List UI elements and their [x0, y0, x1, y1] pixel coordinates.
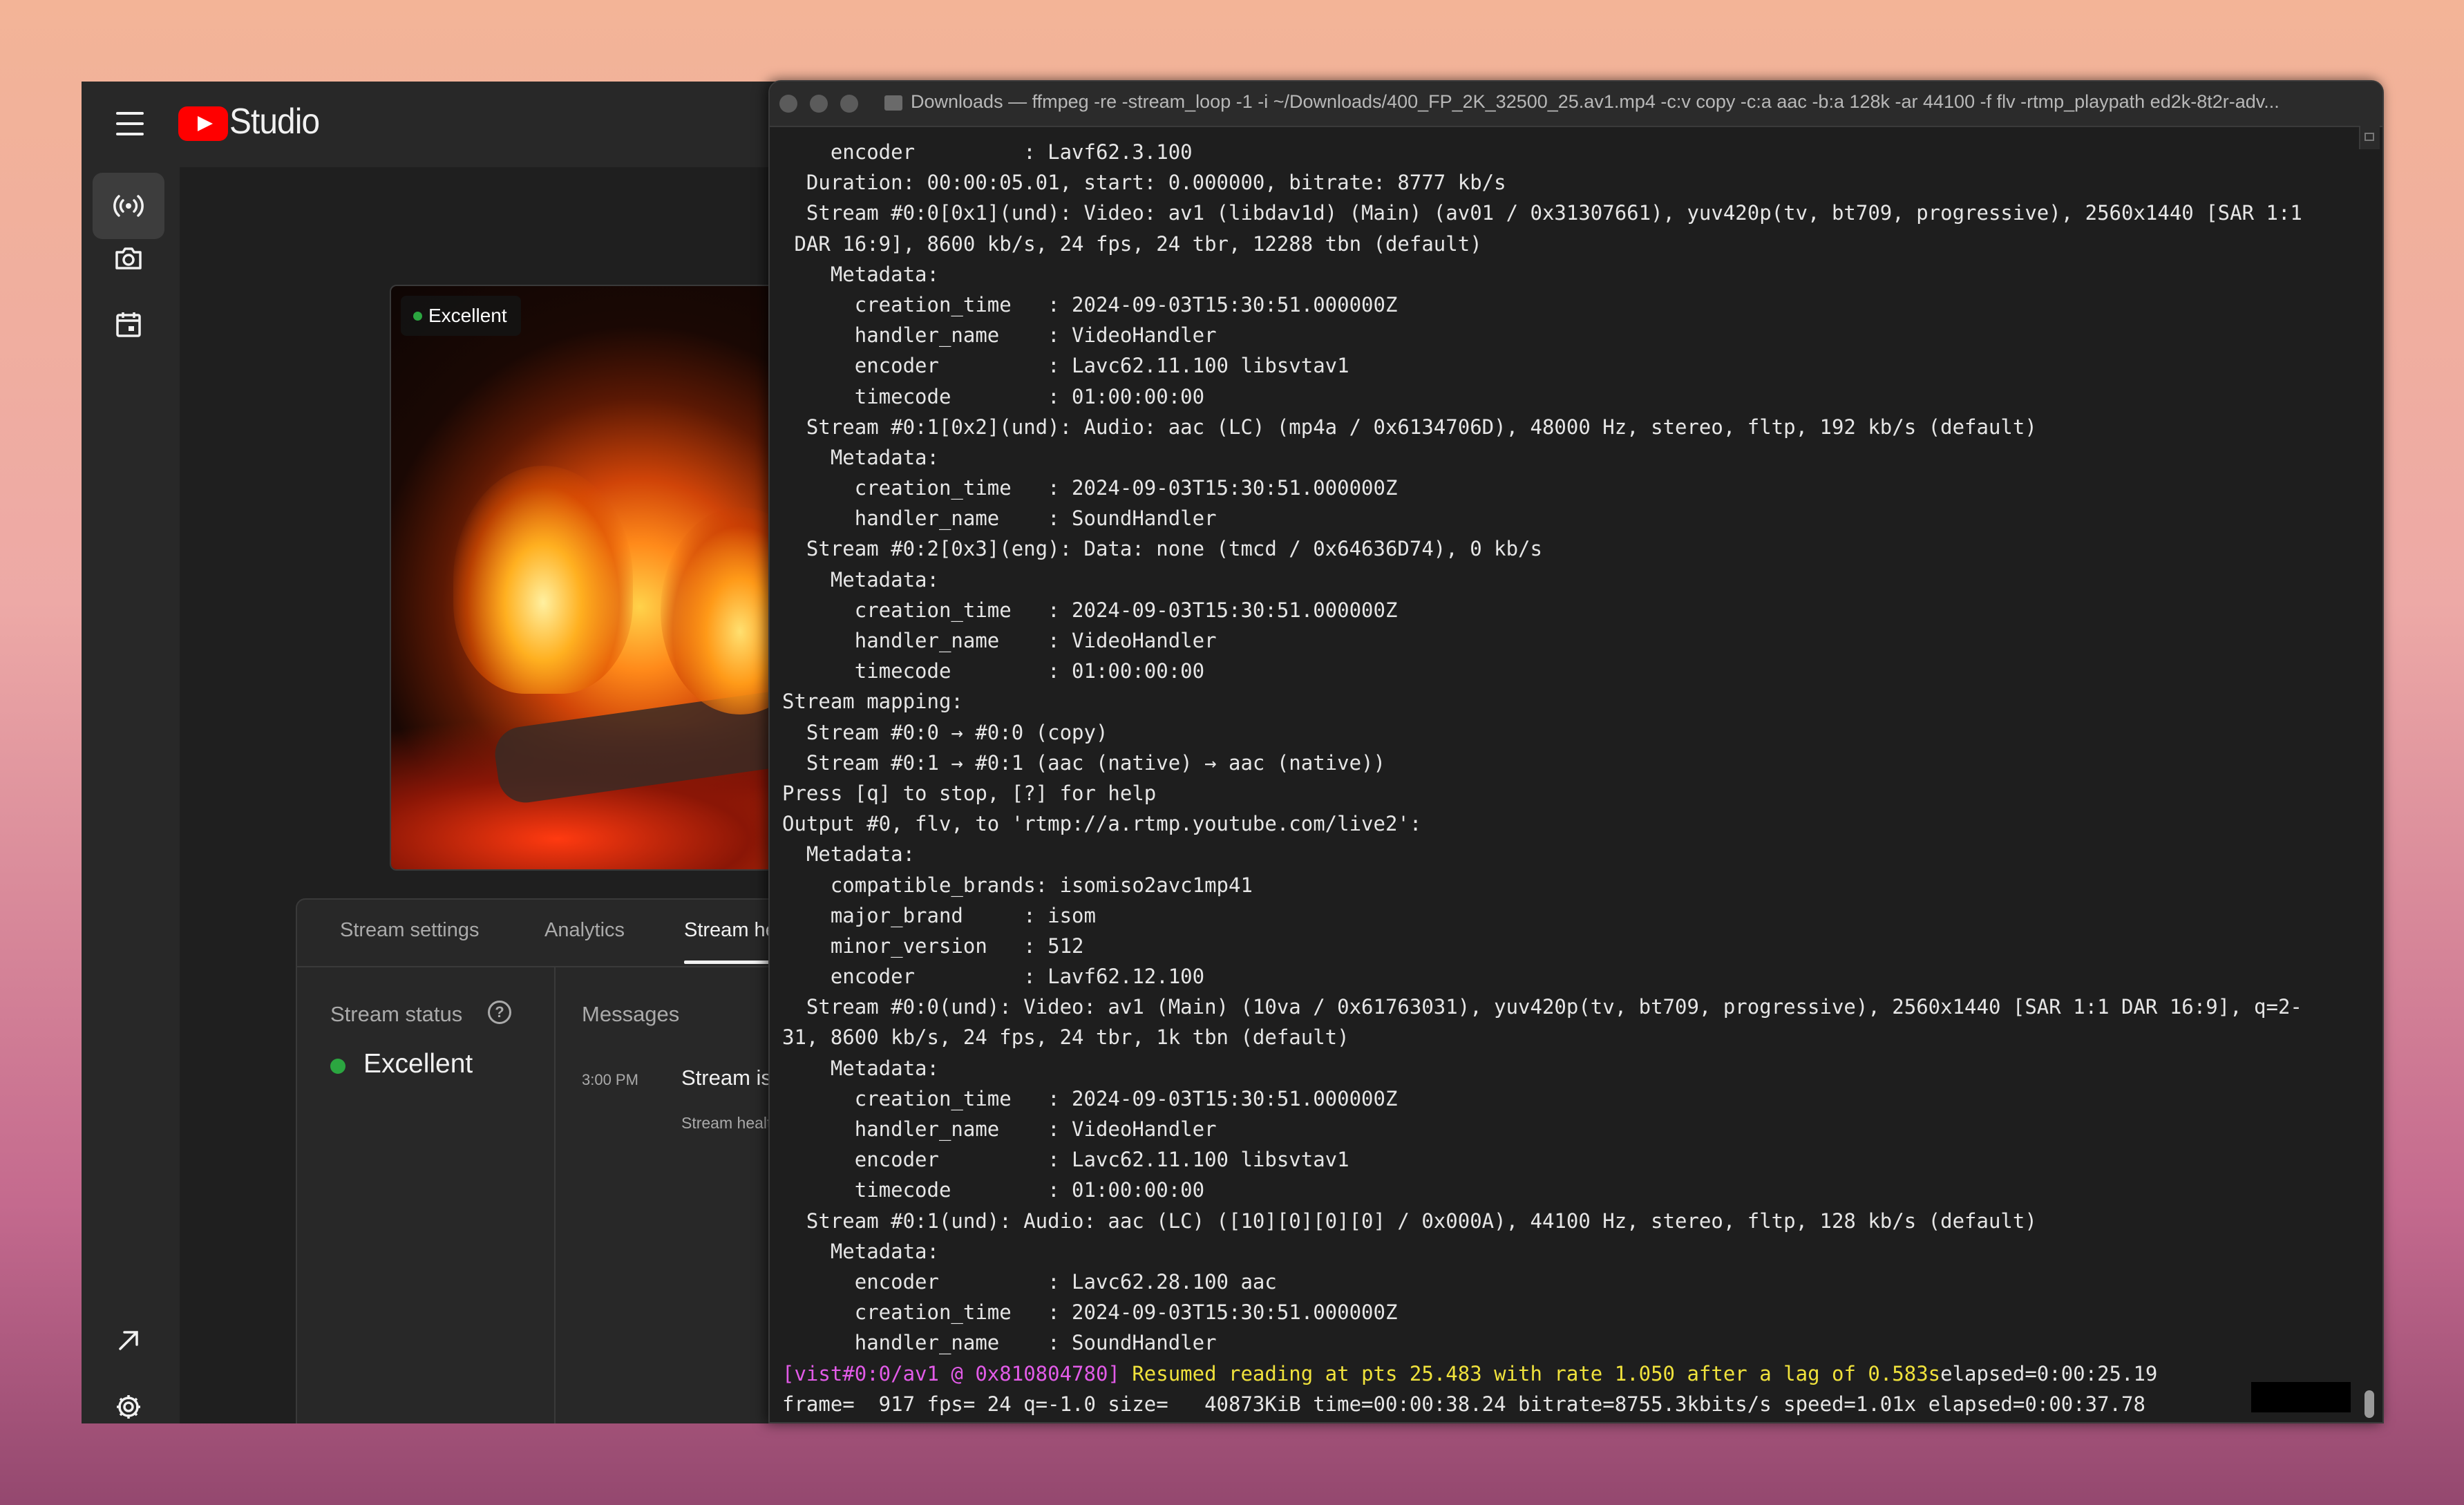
calendar-icon[interactable]: [93, 292, 164, 358]
settings-icon[interactable]: [93, 1374, 164, 1423]
terminal-line: Stream mapping:: [782, 690, 963, 714]
terminal-line: handler_name : SoundHandler: [782, 507, 1217, 531]
message-time: 3:00 PM: [582, 1071, 638, 1088]
terminal-line: timecode : 01:00:00:00: [782, 659, 1205, 683]
terminal-lines: encoder : Lavf62.3.100 Duration: 00:00:0…: [782, 137, 2365, 1415]
messages-label: Messages: [582, 1002, 680, 1026]
status-dot: [413, 312, 422, 321]
terminal-window: Downloads — ffmpeg -re -stream_loop -1 -…: [768, 80, 2384, 1423]
help-icon[interactable]: ?: [488, 1001, 511, 1024]
terminal-line: encoder : Lavf62.12.100: [782, 965, 1205, 989]
terminal-line: Metadata:: [782, 262, 939, 286]
camera-icon[interactable]: [93, 225, 164, 292]
terminal-line: Stream #0:2[0x3](eng): Data: none (tmcd …: [782, 537, 1542, 561]
terminal-title: Downloads — ffmpeg -re -stream_loop -1 -…: [911, 91, 2280, 112]
folder-icon: [884, 95, 902, 111]
terminal-line: minor_version : 512: [782, 934, 1084, 958]
terminal-line: 31, 8600 kb/s, 24 fps, 24 tbr, 1k tbn (d…: [782, 1025, 1349, 1050]
terminal-progress-line: frame= 917 fps= 24 q=-1.0 size= 40873KiB…: [782, 1392, 2145, 1415]
youtube-logo-icon[interactable]: [178, 106, 228, 141]
terminal-line: Stream #0:1 → #0:1 (aac (native) → aac (…: [782, 750, 1385, 775]
terminal-line: Metadata:: [782, 1239, 939, 1263]
terminal-line: creation_time : 2024-09-03T15:30:51.0000…: [782, 292, 1398, 316]
terminal-line: creation_time : 2024-09-03T15:30:51.0000…: [782, 476, 1398, 500]
terminal-line: Stream #0:1(und): Audio: aac (LC) ([10][…: [782, 1209, 2037, 1233]
status-dot: [330, 1059, 345, 1074]
preview-health-badge: Excellent: [401, 296, 521, 336]
terminal-line: Stream #0:1[0x2](und): Audio: aac (LC) (…: [782, 415, 2037, 439]
terminal-line: major_brand : isom: [782, 903, 1096, 927]
terminal-titlebar[interactable]: Downloads — ffmpeg -re -stream_loop -1 -…: [770, 82, 2382, 127]
terminal-line: timecode : 01:00:00:00: [782, 1178, 1205, 1202]
terminal-line: Stream #0:0(und): Video: av1 (Main) (10v…: [782, 995, 2302, 1019]
preview-badge-label: Excellent: [428, 305, 507, 326]
studio-sidebar: [82, 167, 178, 1423]
terminal-line: Stream #0:0 → #0:0 (copy): [782, 720, 1108, 744]
panel-tabs: Stream settings Analytics Stream health: [297, 900, 835, 967]
stream-status-label: Stream status: [330, 1002, 463, 1026]
terminal-line: timecode : 01:00:00:00: [782, 384, 1205, 408]
terminal-line: creation_time : 2024-09-03T15:30:51.0000…: [782, 1300, 1398, 1325]
lag-elapsed: elapsed=0:00:25.19: [1940, 1361, 2158, 1385]
terminal-line: handler_name : VideoHandler: [782, 1117, 1217, 1141]
terminal-line: handler_name : SoundHandler: [782, 1331, 1217, 1355]
terminal-line: handler_name : VideoHandler: [782, 323, 1217, 348]
terminal-line: Press [q] to stop, [?] for help: [782, 781, 1157, 805]
terminal-line: handler_name : VideoHandler: [782, 629, 1217, 652]
preview-flame: [453, 466, 633, 694]
terminal-line: Metadata:: [782, 842, 916, 867]
terminal-line: Output #0, flv, to 'rtmp://a.rtmp.youtub…: [782, 812, 1422, 836]
zoom-window-button[interactable]: [840, 95, 858, 113]
terminal-lag-line: [vist#0:0/av1 @ 0x810804780] Resumed rea…: [782, 1359, 2365, 1389]
studio-window: Studio Excellent Stream settings Analyti…: [82, 82, 835, 1423]
tab-stream-settings[interactable]: Stream settings: [340, 919, 479, 942]
terminal-line: DAR 16:9], 8600 kb/s, 24 fps, 24 tbr, 12…: [782, 231, 1482, 256]
terminal-line: creation_time : 2024-09-03T15:30:51.0000…: [782, 598, 1398, 622]
terminal-line: compatible_brands: isomiso2avc1mp41: [782, 873, 1253, 897]
terminal-line: Metadata:: [782, 445, 939, 469]
stream-status-value: Excellent: [363, 1049, 473, 1079]
tab-analytics[interactable]: Analytics: [544, 919, 625, 942]
terminal-output[interactable]: encoder : Lavf62.3.100 Duration: 00:00:0…: [782, 137, 2365, 1415]
terminal-line: Metadata:: [782, 1056, 939, 1080]
stream-status-column: Stream status ? Excellent: [297, 966, 556, 1423]
terminal-line: encoder : Lavc62.11.100 libsvtav1: [782, 1148, 1349, 1172]
studio-title[interactable]: Studio: [229, 101, 320, 142]
minimize-window-button[interactable]: [810, 95, 828, 113]
external-link-icon[interactable]: [93, 1307, 164, 1374]
terminal-line: encoder : Lavf62.3.100: [782, 140, 1193, 164]
terminal-line: encoder : Lavc62.11.100 libsvtav1: [782, 354, 1349, 378]
terminal-line: Metadata:: [782, 567, 939, 591]
stream-panel: Stream settings Analytics Stream health …: [296, 898, 835, 1423]
lag-tag: [vist#0:0/av1 @ 0x810804780]: [782, 1361, 1120, 1385]
scrollbar-thumb[interactable]: [2365, 1390, 2374, 1418]
studio-main: Excellent Stream settings Analytics Stre…: [180, 167, 835, 1423]
terminal-line: Duration: 00:00:05.01, start: 0.000000, …: [782, 171, 1506, 195]
terminal-line: Stream #0:0[0x1](und): Video: av1 (libda…: [782, 201, 2302, 225]
studio-header: Studio: [82, 82, 835, 167]
terminal-line: encoder : Lavc62.28.100 aac: [782, 1269, 1277, 1294]
hamburger-menu-icon[interactable]: [116, 112, 144, 137]
close-window-button[interactable]: [779, 95, 797, 113]
lag-message: Resumed reading at pts 25.483 with rate …: [1119, 1361, 1941, 1385]
terminal-status-box: [2251, 1382, 2351, 1412]
terminal-line: creation_time : 2024-09-03T15:30:51.0000…: [782, 1086, 1398, 1110]
